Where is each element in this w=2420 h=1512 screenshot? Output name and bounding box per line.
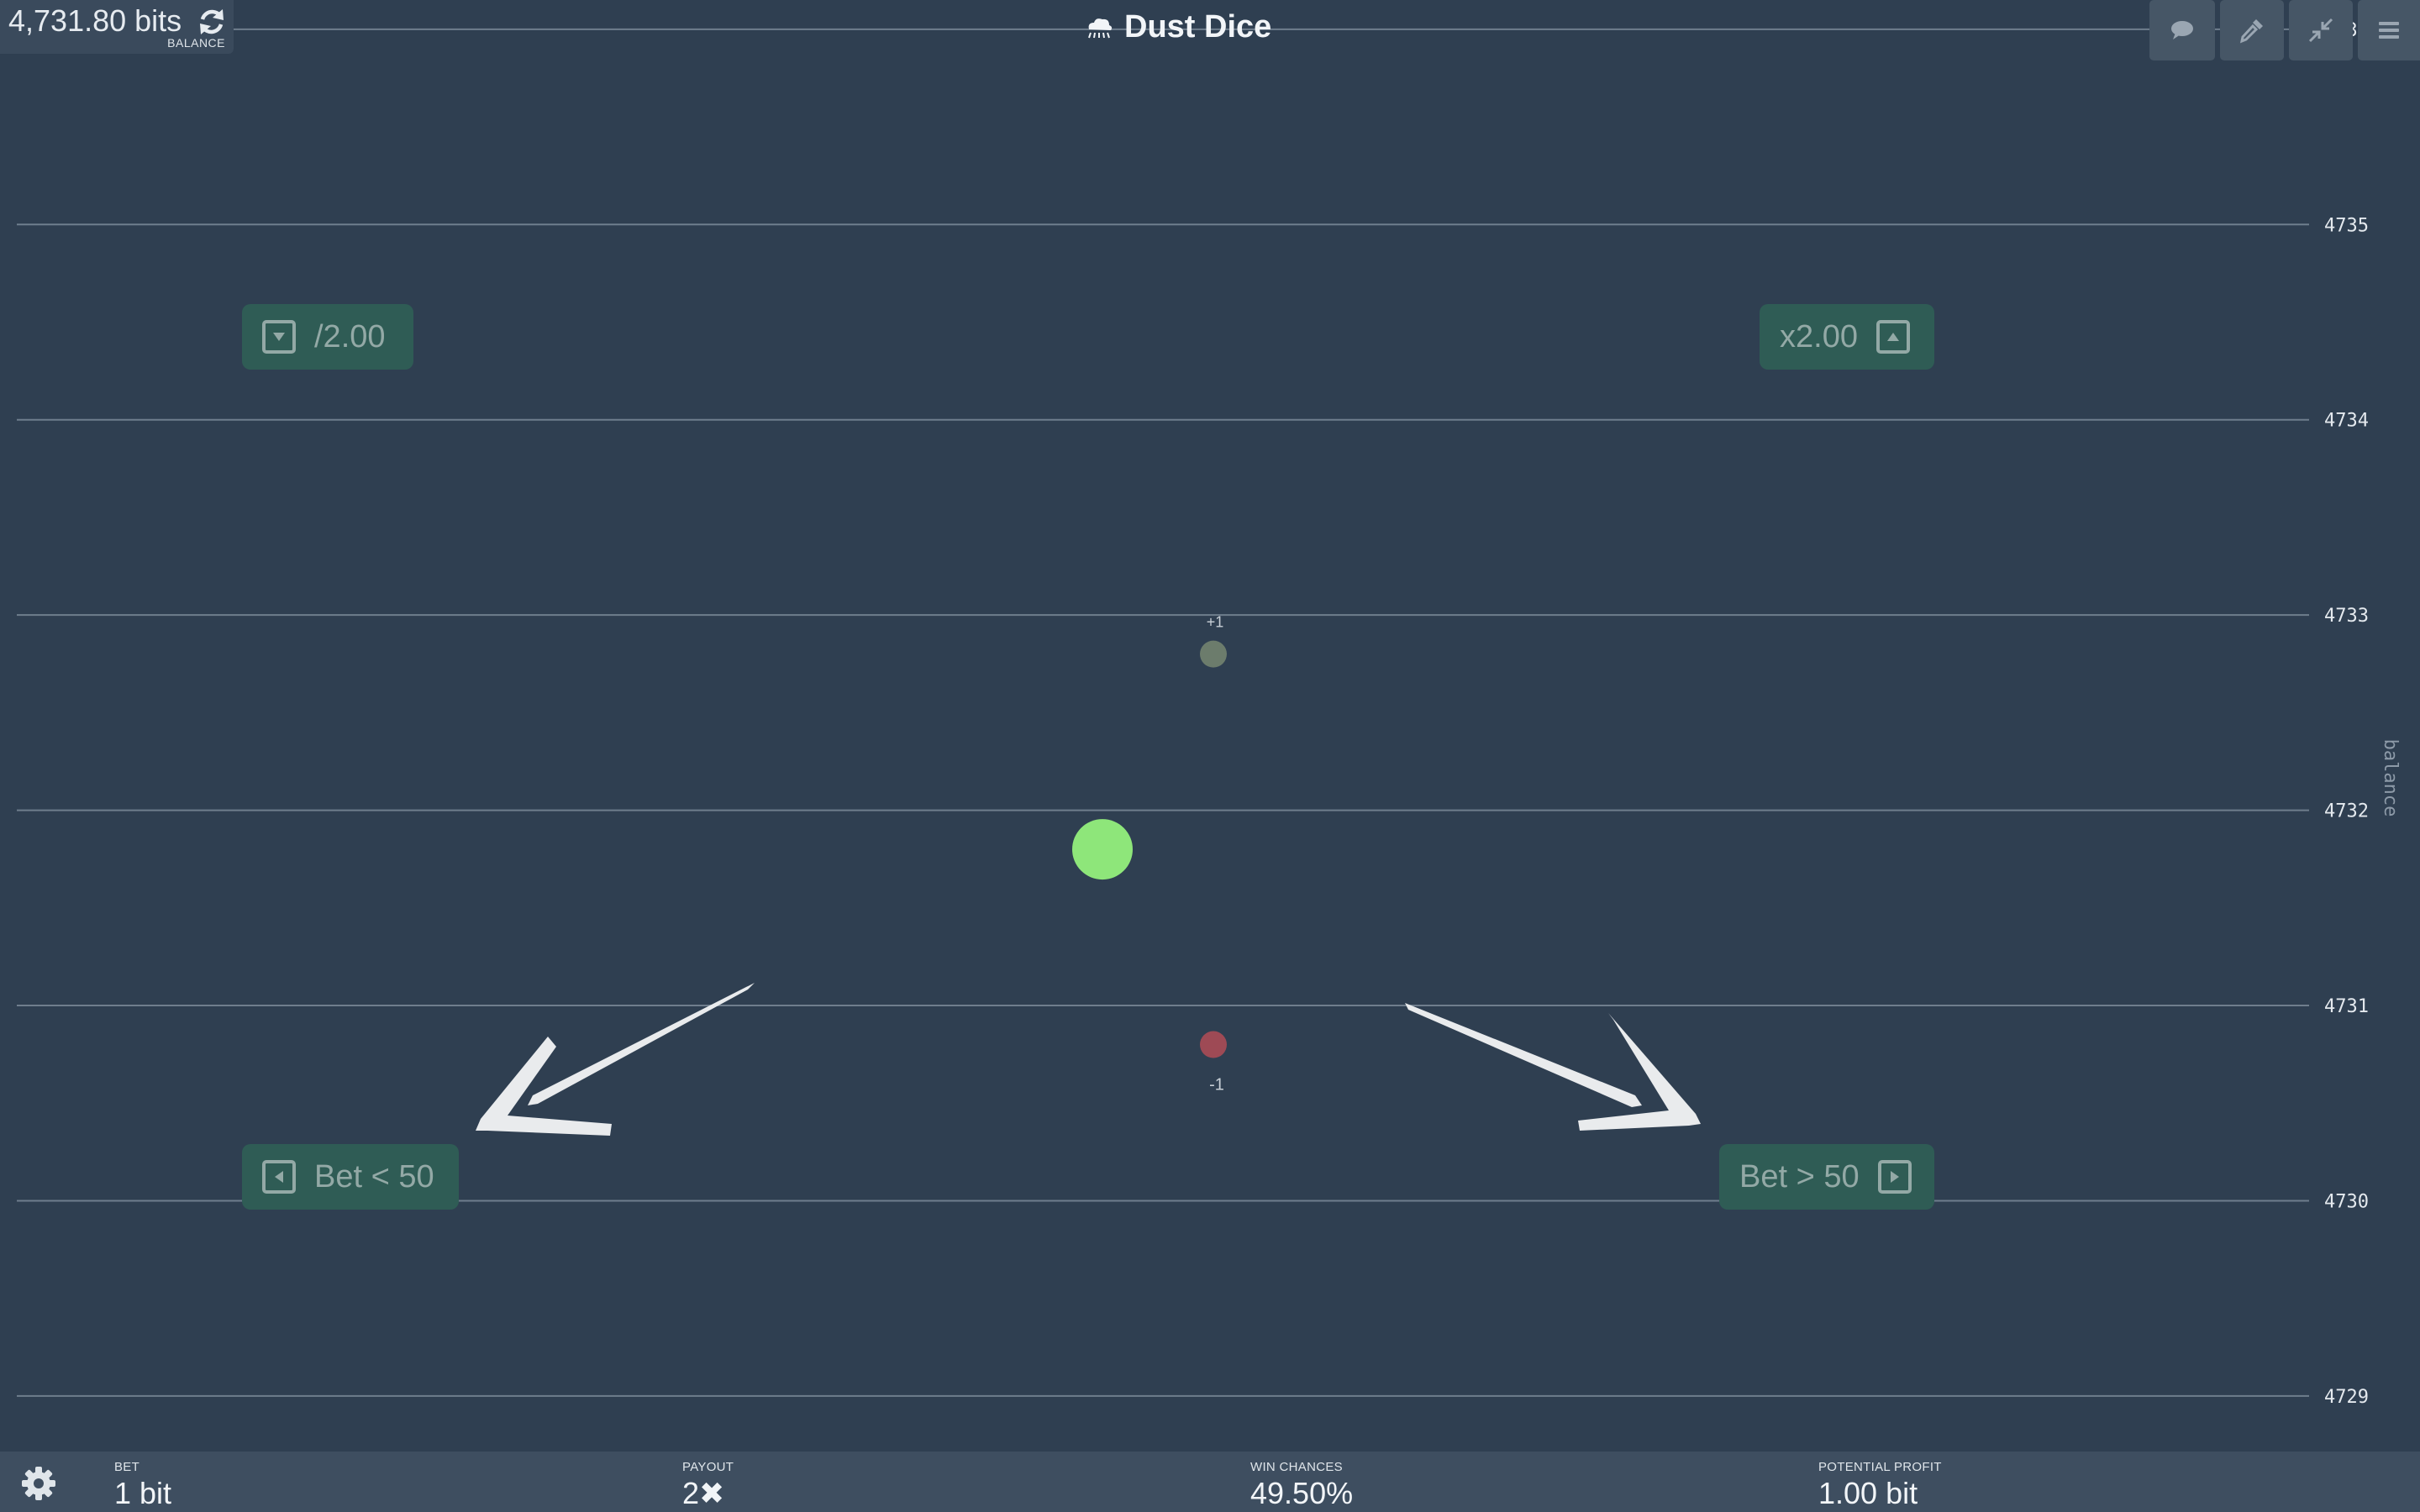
win-chances-value: 49.50% — [1250, 1476, 1354, 1510]
win-chances-stat[interactable]: WIN CHANCES 49.50% — [1250, 1460, 1353, 1511]
bet-stat[interactable]: BET 1 bit — [114, 1460, 171, 1511]
payout-label: PAYOUT — [682, 1460, 734, 1474]
potential-profit-stat: POTENTIAL PROFIT 1.00 bit — [1818, 1460, 1942, 1511]
bottom-bar: BET 1 bit PAYOUT 2✖ WIN CHANCES 49.50% P… — [0, 1452, 2420, 1512]
payout-stat[interactable]: PAYOUT 2✖ — [682, 1460, 734, 1511]
hint-arrows — [476, 983, 1701, 1136]
hint-arrow-right — [1405, 1003, 1701, 1131]
potential-profit-value: 1.00 bit — [1818, 1476, 1918, 1510]
payout-value: 2✖ — [682, 1476, 725, 1510]
gear-icon[interactable] — [20, 1465, 57, 1502]
bet-label: BET — [114, 1460, 140, 1474]
bet-value: 1 bit — [114, 1476, 172, 1510]
potential-profit-label: POTENTIAL PROFIT — [1818, 1460, 1942, 1474]
win-chances-label: WIN CHANCES — [1250, 1460, 1343, 1474]
hint-arrow-left — [476, 983, 755, 1136]
